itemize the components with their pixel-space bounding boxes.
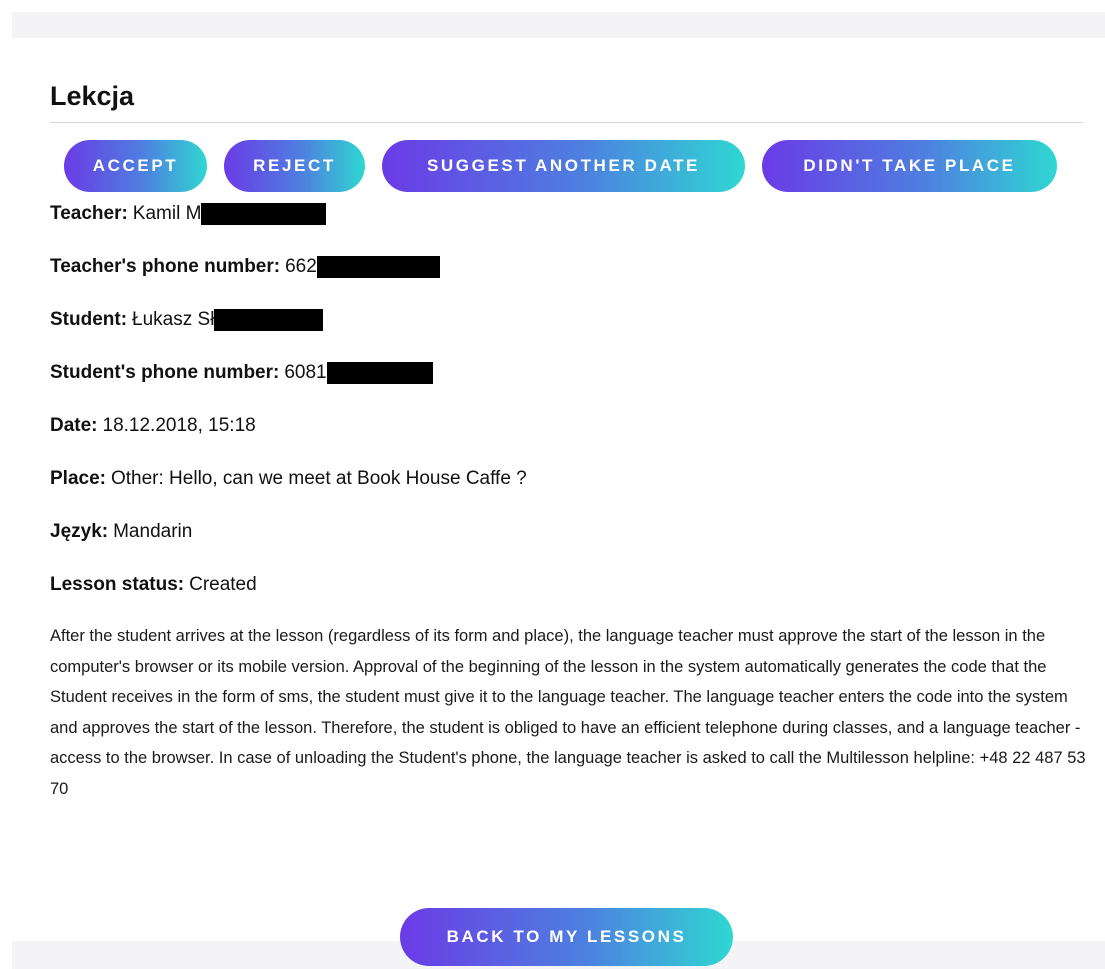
lesson-actions: ACCEPT REJECT SUGGEST ANOTHER DATE DIDN'… — [64, 140, 1090, 192]
student-phone-label: Student's phone number: — [50, 362, 280, 383]
student-phone-row: Student's phone number: 6081 — [50, 361, 1090, 385]
teacher-label: Teacher: — [50, 203, 128, 224]
student-row: Student: Łukasz Sł — [50, 308, 1090, 332]
suggest-another-date-button[interactable]: SUGGEST ANOTHER DATE — [382, 140, 745, 192]
student-value: Łukasz Sł — [132, 309, 215, 330]
back-to-my-lessons-button[interactable]: BACK TO MY LESSONS — [400, 908, 733, 966]
lesson-status-row: Lesson status: Created — [50, 573, 1090, 597]
date-row: Date: 18.12.2018, 15:18 — [50, 414, 1090, 438]
date-label: Date: — [50, 415, 98, 436]
place-row: Place: Other: Hello, can we meet at Book… — [50, 467, 1090, 491]
redaction-block — [316, 256, 440, 278]
didnt-take-place-button[interactable]: DIDN'T TAKE PLACE — [762, 140, 1057, 192]
lesson-start-notice: After the student arrives at the lesson … — [50, 627, 1086, 798]
redaction-block — [201, 203, 327, 225]
teacher-phone-row: Teacher's phone number: 662 — [50, 255, 1090, 279]
reject-button[interactable]: REJECT — [224, 140, 365, 192]
teacher-row: Teacher: Kamil M — [50, 202, 1090, 226]
place-label: Place: — [50, 468, 106, 489]
top-band — [12, 12, 1105, 38]
date-value: 18.12.2018, 15:18 — [102, 415, 256, 436]
lesson-panel: Lekcja ACCEPT REJECT SUGGEST ANOTHER DAT… — [50, 60, 1090, 821]
lesson-details: Teacher: Kamil M Teacher's phone number:… — [50, 202, 1090, 597]
student-phone-value: 6081 — [284, 362, 327, 383]
page-title: Lekcja — [50, 81, 135, 111]
place-value: Other: Hello, can we meet at Book House … — [110, 468, 527, 489]
language-value: Mandarin — [113, 521, 193, 542]
redaction-block — [214, 309, 324, 331]
teacher-phone-value: 662 — [285, 256, 317, 277]
redaction-block — [326, 362, 433, 384]
student-label: Student: — [50, 309, 128, 330]
teacher-value: Kamil M — [132, 203, 202, 224]
language-label: Język: — [50, 521, 109, 542]
accept-button[interactable]: ACCEPT — [64, 140, 207, 192]
lesson-status-label: Lesson status: — [50, 574, 185, 595]
lesson-status-value: Created — [189, 574, 257, 595]
title-divider — [50, 122, 1083, 123]
teacher-phone-label: Teacher's phone number: — [50, 256, 281, 277]
language-row: Język: Mandarin — [50, 520, 1090, 544]
